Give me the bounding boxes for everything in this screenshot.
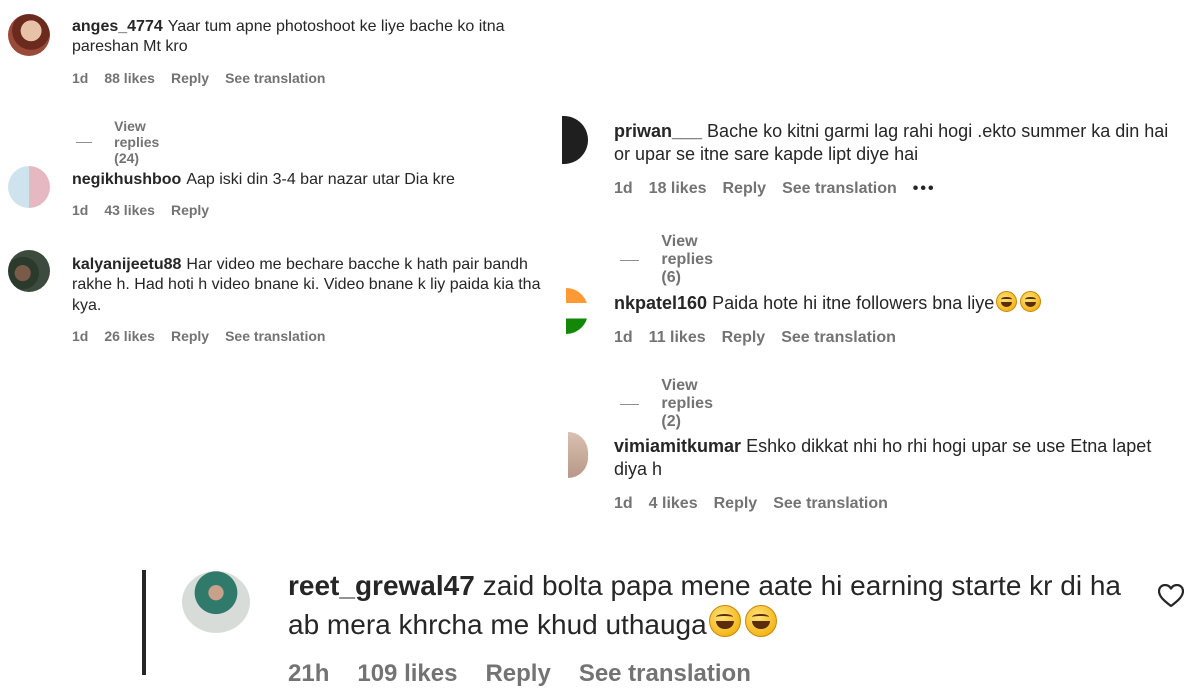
comment-time: 1d [72,328,89,345]
comment-username[interactable]: negikhushboo [72,171,181,188]
laughing-emoji-icon [708,604,741,637]
likes-count[interactable]: 109 likes [357,660,457,688]
laughing-emoji-icon [744,604,777,637]
reply-button[interactable]: Reply [723,180,767,198]
thread-bar [142,570,146,675]
view-replies-button[interactable]: View replies (2) [620,377,728,431]
avatar[interactable] [8,250,50,292]
reply-button[interactable]: Reply [171,202,209,218]
comment-time: 1d [614,495,633,513]
laughing-emoji-icon [1020,291,1042,312]
more-options-icon[interactable]: ••• [913,180,936,198]
comment-username[interactable]: reet_grewal47 [288,570,475,601]
comment-time: 1d [614,180,633,198]
avatar[interactable] [8,14,50,56]
reply-button[interactable]: Reply [171,328,209,344]
see-translation-button[interactable]: See translation [225,70,325,86]
likes-count[interactable]: 11 likes [649,329,706,347]
view-replies-label: View replies (6) [661,233,713,286]
comment-text: Paida hote hi itne followers bna liye [712,293,995,313]
likes-count[interactable]: 4 likes [649,495,698,513]
replies-divider [620,403,640,405]
comment-username[interactable]: anges_4774 [72,18,163,35]
avatar[interactable] [566,288,588,334]
likes-count[interactable]: 18 likes [649,180,707,198]
view-replies-label: View replies (2) [661,377,713,430]
comment-username[interactable]: nkpatel160 [614,293,707,313]
reply-button[interactable]: Reply [171,70,209,86]
comment-time: 21h [288,659,330,687]
likes-count[interactable]: 88 likes [104,70,155,86]
view-replies-label: View replies (24) [114,118,160,166]
comment-username[interactable]: vimiamitkumar [614,436,741,456]
reply-button[interactable]: Reply [485,660,550,688]
replies-divider [620,259,640,261]
see-translation-button[interactable]: See translation [782,180,897,198]
replies-divider [76,141,93,143]
laughing-emoji-icon [996,291,1018,312]
reply-button[interactable]: Reply [722,329,766,347]
reply-button[interactable]: Reply [714,495,758,513]
see-translation-button[interactable]: See translation [579,660,751,688]
avatar[interactable] [182,571,250,633]
comment-text: Aap iski din 3-4 bar nazar utar Dia kre [186,171,455,188]
likes-count[interactable]: 43 likes [104,202,155,218]
comment-username[interactable]: priwan___ [614,121,702,141]
comment-username[interactable]: kalyanijeetu88 [72,256,181,273]
comment-time: 1d [72,69,89,86]
likes-count[interactable]: 26 likes [104,328,155,344]
see-translation-button[interactable]: See translation [773,495,888,513]
see-translation-button[interactable]: See translation [781,329,896,347]
avatar[interactable] [8,166,50,208]
see-translation-button[interactable]: See translation [225,328,325,344]
view-replies-button[interactable]: View replies (24) [76,118,173,166]
comment-time: 1d [72,202,89,219]
view-replies-button[interactable]: View replies (6) [620,233,728,287]
heart-icon[interactable] [1157,583,1185,608]
comment-time: 1d [614,329,633,347]
avatar[interactable] [568,432,588,478]
avatar[interactable] [562,116,588,164]
